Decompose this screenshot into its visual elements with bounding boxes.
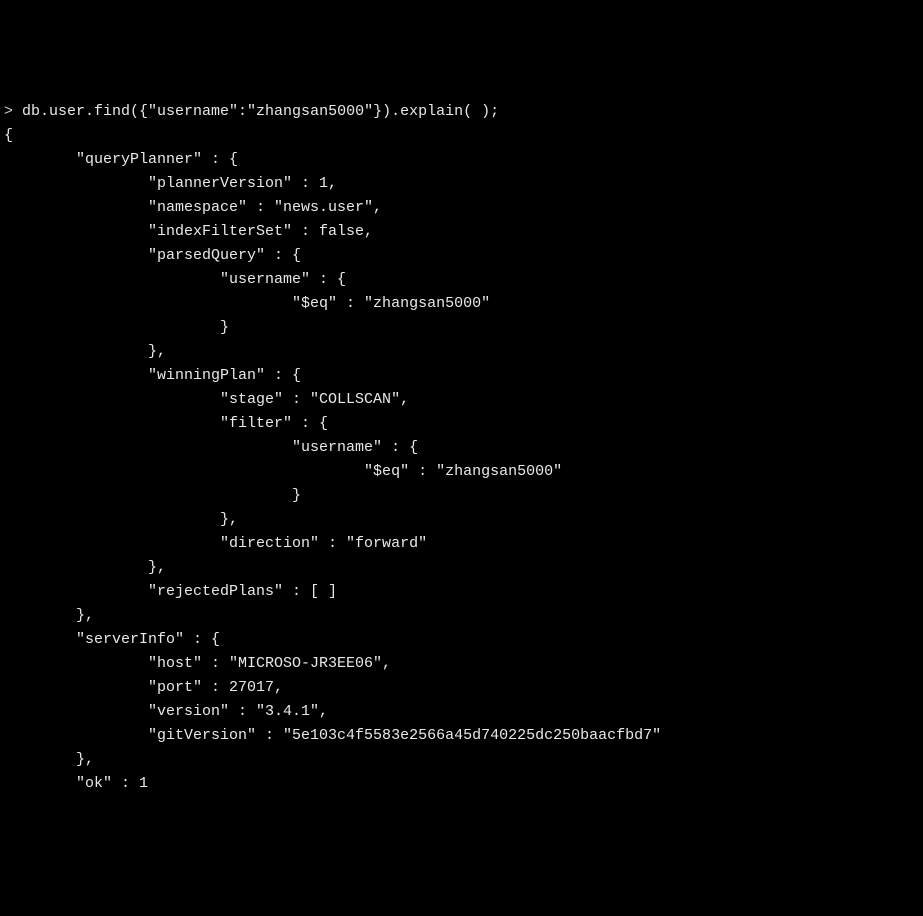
output-line: "username" : { bbox=[4, 439, 418, 456]
output-line: }, bbox=[4, 751, 94, 768]
output-line: "host" : "MICROSO-JR3EE06", bbox=[4, 655, 391, 672]
output-line: "stage" : "COLLSCAN", bbox=[4, 391, 409, 408]
output-line: "gitVersion" : "5e103c4f5583e2566a45d740… bbox=[4, 727, 661, 744]
prompt-char: > bbox=[4, 103, 22, 120]
output-line: "serverInfo" : { bbox=[4, 631, 220, 648]
output-line: "direction" : "forward" bbox=[4, 535, 427, 552]
output-line: } bbox=[4, 319, 229, 336]
output-line: "filter" : { bbox=[4, 415, 328, 432]
output-line: }, bbox=[4, 343, 166, 360]
output-line: }, bbox=[4, 559, 166, 576]
output-line: { bbox=[4, 127, 13, 144]
output-line: }, bbox=[4, 607, 94, 624]
output-line: "port" : 27017, bbox=[4, 679, 283, 696]
output-line: "plannerVersion" : 1, bbox=[4, 175, 337, 192]
terminal-output: > db.user.find({"username":"zhangsan5000… bbox=[4, 100, 919, 796]
output-line: "$eq" : "zhangsan5000" bbox=[4, 295, 490, 312]
output-line: "winningPlan" : { bbox=[4, 367, 301, 384]
output-line: "namespace" : "news.user", bbox=[4, 199, 382, 216]
output-line: "username" : { bbox=[4, 271, 346, 288]
output-line: "$eq" : "zhangsan5000" bbox=[4, 463, 562, 480]
output-line: } bbox=[4, 487, 301, 504]
command-line: db.user.find({"username":"zhangsan5000"}… bbox=[22, 103, 499, 120]
output-line: "parsedQuery" : { bbox=[4, 247, 301, 264]
output-line: }, bbox=[4, 511, 238, 528]
output-line: "version" : "3.4.1", bbox=[4, 703, 328, 720]
output-line: "queryPlanner" : { bbox=[4, 151, 238, 168]
output-line: "rejectedPlans" : [ ] bbox=[4, 583, 337, 600]
output-line: "indexFilterSet" : false, bbox=[4, 223, 373, 240]
